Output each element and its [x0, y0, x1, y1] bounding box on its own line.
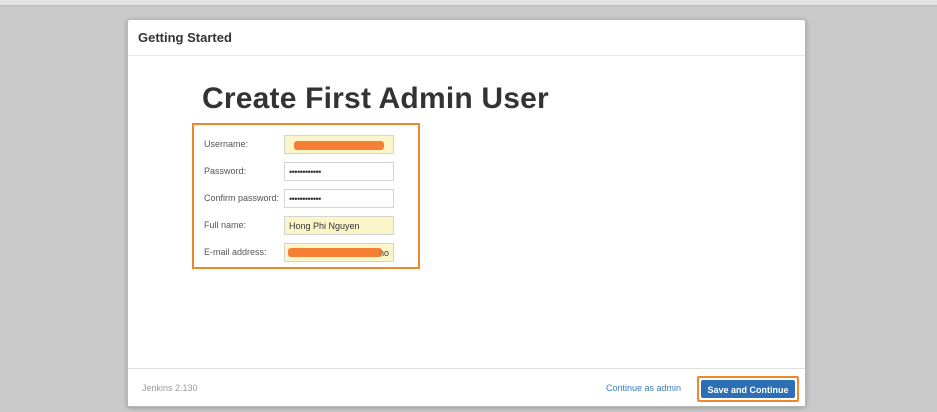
email-row: E-mail address: ho — [204, 243, 410, 263]
confirm-password-label: Confirm password: — [204, 193, 280, 203]
admin-user-form: Username: Password: •••••••••••• Confirm… — [192, 123, 420, 269]
redaction-mark — [288, 248, 382, 257]
dialog-title: Getting Started — [138, 30, 232, 45]
save-button-highlight: Save and Continue — [697, 376, 799, 402]
page-title: Create First Admin User — [202, 82, 549, 115]
redaction-mark — [294, 141, 384, 150]
username-label: Username: — [204, 139, 249, 149]
confirm-password-field[interactable]: •••••••••••• — [284, 189, 394, 208]
confirm-password-row: Confirm password: •••••••••••• — [204, 189, 410, 209]
save-and-continue-button[interactable]: Save and Continue — [701, 380, 795, 398]
email-label: E-mail address: — [204, 247, 267, 257]
full-name-row: Full name: Hong Phi Nguyen — [204, 216, 410, 236]
username-row: Username: — [204, 135, 410, 155]
full-name-field[interactable]: Hong Phi Nguyen — [284, 216, 394, 235]
dialog-header: Getting Started — [128, 20, 805, 56]
continue-as-admin-link[interactable]: Continue as admin — [606, 383, 681, 393]
setup-wizard-dialog: Getting Started Create First Admin User … — [127, 19, 806, 407]
password-field[interactable]: •••••••••••• — [284, 162, 394, 181]
full-name-label: Full name: — [204, 220, 247, 230]
browser-top-strip — [0, 0, 937, 6]
password-label: Password: — [204, 166, 247, 176]
version-label: Jenkins 2.130 — [142, 383, 198, 393]
dialog-footer: Jenkins 2.130 Continue as admin Save and… — [128, 368, 805, 406]
password-row: Password: •••••••••••• — [204, 162, 410, 182]
